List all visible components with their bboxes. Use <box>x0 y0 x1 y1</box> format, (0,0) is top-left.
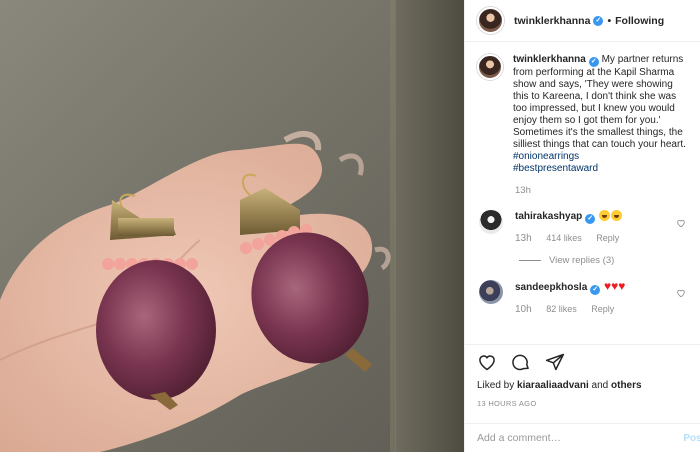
actions-divider <box>465 344 700 345</box>
caption-text: twinklerkhanna ✓ My partner returns from … <box>513 54 688 175</box>
hashtag-link[interactable]: #onionearrings <box>513 151 579 162</box>
post-actions <box>477 352 565 372</box>
hashtag-link[interactable]: #bestpresentaward <box>513 163 598 174</box>
liked-by-user[interactable]: kiaraaliaadvani <box>517 380 589 391</box>
comment-username[interactable]: sandeepkhosla <box>515 282 587 293</box>
share-icon[interactable] <box>545 352 565 372</box>
reply-button[interactable]: Reply <box>591 304 614 314</box>
laughing-emoji-icon <box>611 210 623 221</box>
heart-outline-icon[interactable] <box>676 218 686 230</box>
caption-verified-icon: ✓ <box>588 57 599 67</box>
laughing-emoji-icon <box>599 210 611 221</box>
onion-earrings-photo <box>0 0 464 452</box>
post-comment-button[interactable]: Post <box>683 433 700 444</box>
separator-dot: • <box>607 14 612 27</box>
author-avatar[interactable] <box>477 7 504 34</box>
liked-by: Liked by kiaraaliaadvani and others <box>477 380 642 391</box>
replies-divider <box>519 260 541 261</box>
comment-meta: 10h 82 likes Reply <box>515 303 626 316</box>
liked-by-and: and <box>588 380 611 391</box>
liked-by-others[interactable]: others <box>611 380 642 391</box>
add-comment-bar: Post <box>465 423 700 452</box>
commenter-avatar[interactable] <box>479 210 503 234</box>
caption-username[interactable]: twinklerkhanna <box>513 54 586 65</box>
caption-avatar[interactable] <box>477 54 503 80</box>
post-photo[interactable] <box>0 0 464 452</box>
comment-verified-icon: ✓ <box>585 214 596 224</box>
caption-timestamp: 13h <box>515 185 531 196</box>
post-caption: twinklerkhanna ✓ My partner returns from … <box>477 54 688 175</box>
post-header: twinklerkhanna ✓ • Following <box>465 0 700 42</box>
comment-item: tahirakashyap ✓ 13h 414 likes Reply <box>477 210 688 245</box>
post-sidebar: twinklerkhanna ✓ • Following twinklerkha… <box>464 0 700 452</box>
post-time-ago[interactable]: 13 HOURS AGO <box>477 399 536 408</box>
verified-badge-icon: ✓ <box>593 15 604 26</box>
commenter-avatar[interactable] <box>479 280 503 304</box>
reply-button[interactable]: Reply <box>596 233 619 243</box>
comment-meta: 13h 414 likes Reply <box>515 232 631 245</box>
view-replies-button[interactable]: View replies (3) <box>519 255 688 266</box>
following-button[interactable]: Following <box>615 15 664 27</box>
comment-time: 13h <box>515 233 532 244</box>
comment-icon[interactable] <box>511 352 531 372</box>
comment-verified-icon: ✓ <box>590 285 601 295</box>
author-username[interactable]: twinklerkhanna <box>514 15 590 27</box>
comment-username[interactable]: tahirakashyap <box>515 211 582 222</box>
liked-by-prefix: Liked by <box>477 380 518 391</box>
comment-item: sandeepkhosla ✓ ♥♥♥ 10h 82 likes Reply <box>477 280 688 316</box>
comment-likes[interactable]: 82 likes <box>546 304 577 314</box>
caption-body: My partner returns from performing at th… <box>513 54 686 150</box>
comments-list[interactable]: twinklerkhanna ✓ My partner returns from … <box>465 42 700 316</box>
heart-outline-icon[interactable] <box>676 288 686 300</box>
comment-body: sandeepkhosla ✓ ♥♥♥ 10h 82 likes Reply <box>515 280 626 316</box>
red-heart-emoji-icon: ♥♥♥ <box>604 279 626 293</box>
comment-likes[interactable]: 414 likes <box>546 233 582 243</box>
view-replies-label: View replies (3) <box>549 255 615 266</box>
instagram-post: twinklerkhanna ✓ • Following twinklerkha… <box>0 0 700 452</box>
comment-time: 10h <box>515 304 532 315</box>
add-comment-input[interactable] <box>477 432 677 444</box>
comment-body: tahirakashyap ✓ 13h 414 likes Reply <box>515 210 631 245</box>
heart-icon[interactable] <box>477 352 497 372</box>
